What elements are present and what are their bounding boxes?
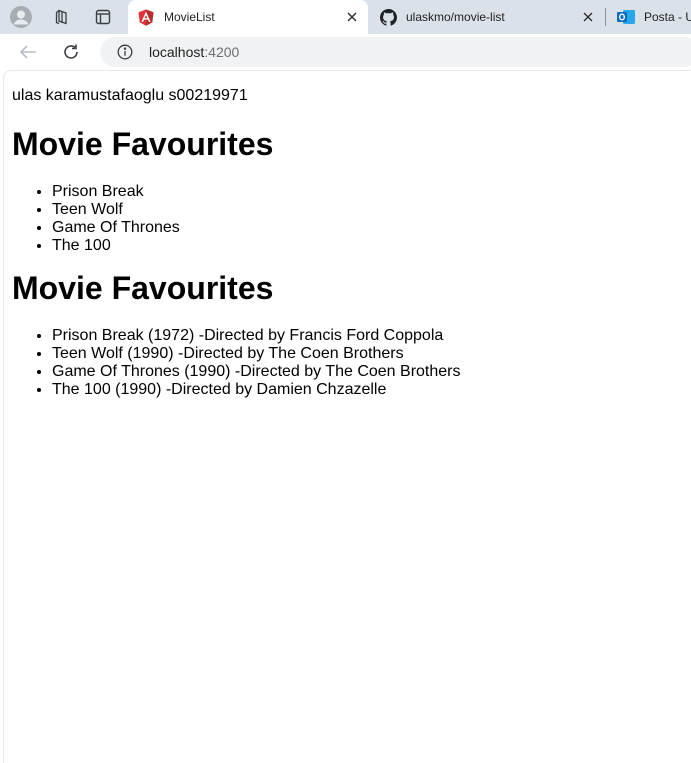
list-item: The 100 (1990) -Directed by Damien Chzaz… xyxy=(52,381,691,399)
page-viewport: ulas karamustafaoglu s00219971 Movie Fav… xyxy=(3,70,691,763)
section-heading: Movie Favourites xyxy=(12,270,274,306)
tab-title: MovieList xyxy=(164,10,215,24)
tab-movielist[interactable]: MovieList xyxy=(128,0,368,34)
profile-avatar-icon xyxy=(10,6,32,28)
page-content: ulas karamustafaoglu s00219971 Movie Fav… xyxy=(4,71,691,399)
tab-strip: MovieList ulaskmo/movie-list Posta - U xyxy=(0,0,691,34)
list-item: Teen Wolf (1990) -Directed by The Coen B… xyxy=(52,345,691,363)
toolbar: localhost:4200 xyxy=(0,34,691,70)
tab-actions-button[interactable] xyxy=(88,3,118,31)
student-info: ulas karamustafaoglu s00219971 xyxy=(12,87,248,104)
angular-icon xyxy=(137,8,155,26)
movie-detail-list: Prison Break (1972) -Directed by Francis… xyxy=(12,327,691,399)
reload-button[interactable] xyxy=(56,37,86,67)
list-item: Game Of Thrones xyxy=(52,219,691,237)
address-bar[interactable]: localhost:4200 xyxy=(100,37,691,67)
list-item: Game Of Thrones (1990) -Directed by The … xyxy=(52,363,691,381)
movie-list: Prison Break Teen Wolf Game Of Thrones T… xyxy=(12,183,691,255)
workspaces-button[interactable] xyxy=(47,3,77,31)
info-icon[interactable] xyxy=(116,43,134,61)
close-icon[interactable] xyxy=(578,7,598,27)
browser-window: MovieList ulaskmo/movie-list Posta - U l… xyxy=(0,0,691,763)
outlook-icon xyxy=(617,8,635,26)
url-host: localhost xyxy=(149,44,205,60)
list-item: The 100 xyxy=(52,237,691,255)
tab-github[interactable]: ulaskmo/movie-list xyxy=(370,0,604,34)
tab-title: Posta - U xyxy=(644,10,691,24)
url-port: :4200 xyxy=(204,44,240,60)
profile-button[interactable] xyxy=(6,3,36,31)
vertical-tabs-icon xyxy=(95,9,111,25)
tab-outlook[interactable]: Posta - U xyxy=(608,0,691,34)
tab-separator xyxy=(605,8,606,26)
list-item: Prison Break xyxy=(52,183,691,201)
close-icon[interactable] xyxy=(342,7,362,27)
tab-title: ulaskmo/movie-list xyxy=(406,10,505,24)
workspaces-icon xyxy=(55,9,67,25)
page-heading: Movie Favourites xyxy=(12,126,274,162)
github-icon xyxy=(379,8,397,26)
reload-icon xyxy=(64,44,78,59)
list-item: Teen Wolf xyxy=(52,201,691,219)
list-item: Prison Break (1972) -Directed by Francis… xyxy=(52,327,691,345)
arrow-left-icon xyxy=(19,45,36,59)
back-button[interactable] xyxy=(13,37,43,67)
